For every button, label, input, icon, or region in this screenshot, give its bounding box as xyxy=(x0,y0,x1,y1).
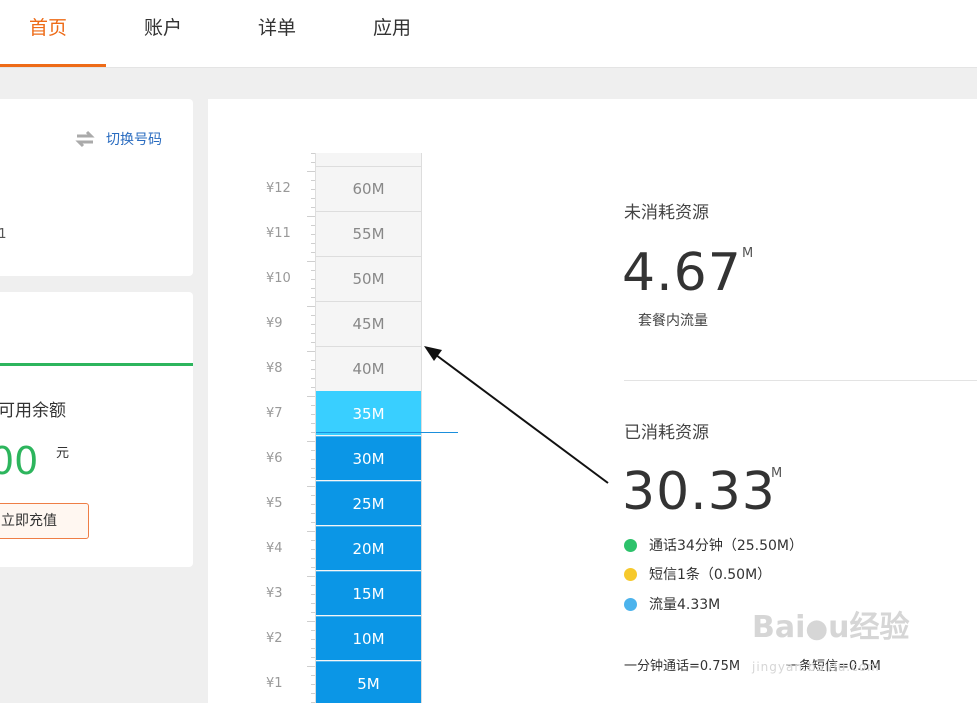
used-title: 已消耗资源 xyxy=(624,423,709,443)
unused-sub-label: 套餐内流量 xyxy=(638,313,708,329)
watermark-logo: Bai●u经验 xyxy=(752,610,910,645)
legend-label-data: 流量4.33M xyxy=(649,597,721,613)
legend-label-calls: 通话34分钟（25.50M） xyxy=(649,538,803,554)
watermark-url: jingyan.baidu.com xyxy=(752,660,880,674)
pointer-arrow-icon xyxy=(424,346,609,484)
unused-title: 未消耗资源 xyxy=(624,203,709,223)
legend-item-sms: 短信1条（0.50M） xyxy=(624,564,771,584)
green-dot-icon xyxy=(624,538,637,552)
unused-value: 4.67 xyxy=(622,243,742,303)
used-value: 30.33 xyxy=(622,462,776,522)
legend-item-calls: 通话34分钟（25.50M） xyxy=(624,535,803,555)
section-divider xyxy=(624,380,977,381)
note-call-rate: 一分钟通话=0.75M xyxy=(624,659,741,674)
legend-label-sms: 短信1条（0.50M） xyxy=(649,567,772,583)
legend-item-data: 流量4.33M xyxy=(624,594,720,614)
blue-dot-icon xyxy=(624,597,637,611)
unused-unit: M xyxy=(742,246,754,261)
used-unit: M xyxy=(771,466,783,481)
yellow-dot-icon xyxy=(624,567,637,581)
